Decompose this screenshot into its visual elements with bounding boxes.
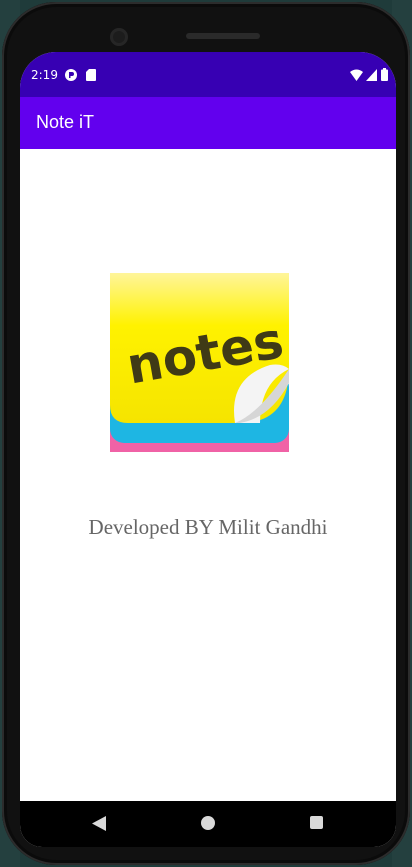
home-icon[interactable] xyxy=(201,816,215,830)
battery-icon xyxy=(381,68,388,81)
developer-credit: Developed BY Milit Gandhi xyxy=(88,515,328,539)
app-title: Note iT xyxy=(36,112,95,132)
status-time: 2:19 xyxy=(31,68,58,82)
signal-icon xyxy=(366,69,377,81)
phone-frame: 2:19 Note iT notes Developed BY Milit Ga… xyxy=(2,2,410,865)
sd-card-icon xyxy=(86,69,96,81)
front-camera xyxy=(110,28,128,46)
main-content: notes Developed BY Milit Gandhi xyxy=(20,149,396,801)
wifi-icon xyxy=(350,69,363,81)
navigation-bar xyxy=(20,801,396,847)
screen: 2:19 Note iT notes Developed BY Milit Ga… xyxy=(20,52,396,847)
notes-logo: notes xyxy=(110,273,289,452)
notification-icon xyxy=(65,69,77,81)
status-bar: 2:19 xyxy=(20,52,396,97)
back-icon[interactable] xyxy=(92,816,106,831)
earpiece-speaker xyxy=(186,33,260,39)
recents-icon[interactable] xyxy=(310,816,323,829)
app-bar: Note iT xyxy=(20,97,396,149)
